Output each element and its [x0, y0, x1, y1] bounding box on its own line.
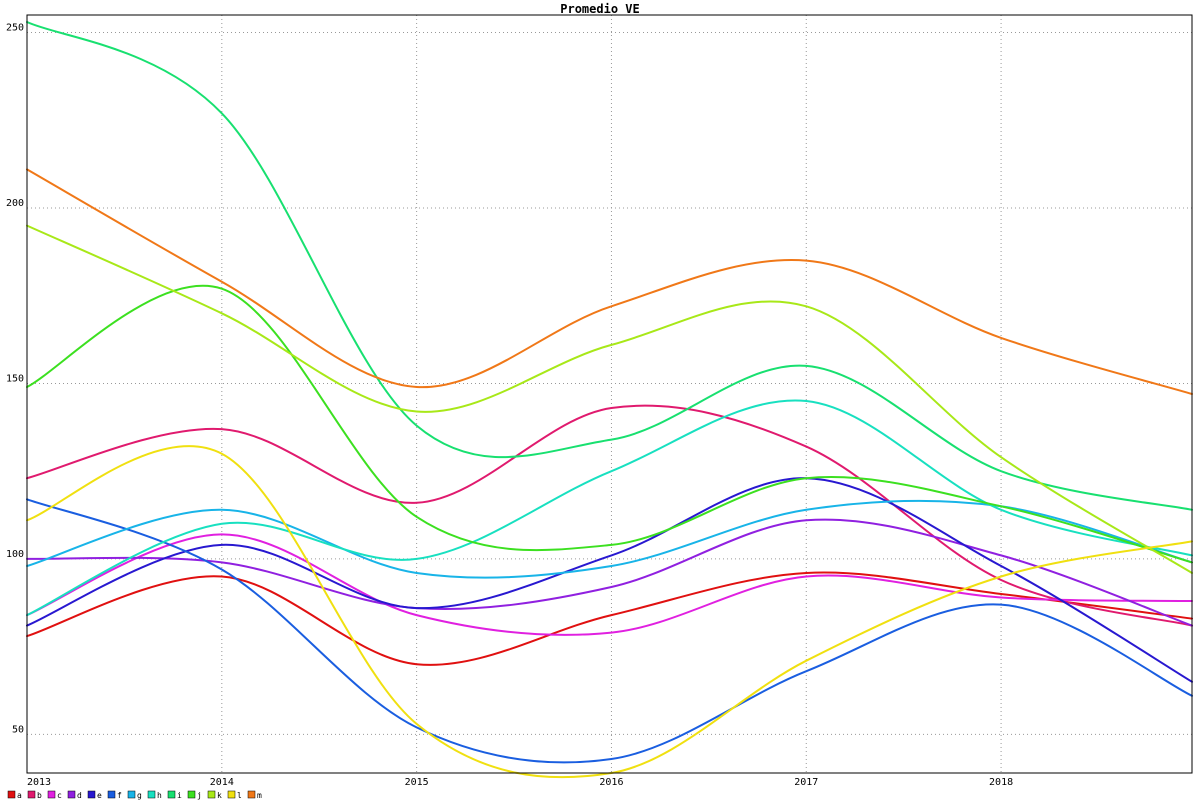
x-tick-label: 2017 [794, 777, 818, 788]
legend-label-h: h [157, 791, 162, 800]
legend-label-c: c [57, 791, 62, 800]
series-line-f [26, 498, 1193, 764]
grid [26, 15, 1192, 773]
legend-label-d: d [77, 791, 82, 800]
legend-swatch-l [227, 790, 236, 799]
x-tick-label: 2013 [27, 777, 51, 788]
series-line-g [26, 499, 1193, 579]
legend-swatch-g [127, 790, 136, 799]
legend-label-k: k [217, 791, 222, 800]
series-line-k [26, 224, 1193, 574]
legend-swatch-a [7, 790, 16, 799]
series-line-c [26, 533, 1193, 636]
legend: a b c d e f g h i j k l m [7, 790, 262, 800]
x-tick-label: 2014 [210, 777, 234, 788]
series-line-l [26, 445, 1193, 779]
legend-swatch-m [247, 790, 256, 799]
y-tick-label: 50 [12, 724, 24, 735]
legend-swatch-h [147, 790, 156, 799]
legend-swatch-k [207, 790, 216, 799]
plot-frame [26, 14, 1193, 774]
legend-swatch-i [167, 790, 176, 799]
legend-label-f: f [117, 791, 122, 800]
y-tick-label: 100 [6, 549, 24, 560]
series-line-i [26, 21, 1193, 511]
series-line-j [26, 285, 1193, 564]
y-tick-label: 250 [6, 23, 24, 34]
y-tick-label: 200 [6, 198, 24, 209]
chart-title: Promedio VE [560, 2, 639, 16]
legend-swatch-f [107, 790, 116, 799]
axis-ticks: 2013 2014 2015 2016 2017 2018 50 100 150 200 250 [6, 23, 1013, 788]
y-tick-label: 150 [6, 373, 24, 384]
legend-label-l: l [237, 791, 242, 800]
x-tick-label: 2015 [405, 777, 429, 788]
x-tick-label: 2018 [989, 777, 1013, 788]
legend-label-j: j [197, 791, 202, 800]
legend-label-a: a [17, 791, 22, 800]
legend-label-g: g [137, 791, 142, 800]
legend-swatch-c [47, 790, 56, 799]
line-chart: Promedio VE 2013 2014 2015 2016 2017 2018 50 10… [6, 2, 1193, 800]
legend-swatch-d [67, 790, 76, 799]
legend-swatch-b [27, 790, 36, 799]
legend-label-e: e [97, 791, 102, 800]
legend-label-b: b [37, 791, 42, 800]
legend-swatch-e [87, 790, 96, 799]
legend-label-i: i [177, 791, 182, 800]
legend-swatch-j [187, 790, 196, 799]
x-tick-label: 2016 [599, 777, 623, 788]
legend-label-m: m [257, 791, 262, 800]
series-lines [26, 21, 1193, 779]
series-line-h [26, 399, 1193, 617]
series-line-m [26, 168, 1193, 395]
